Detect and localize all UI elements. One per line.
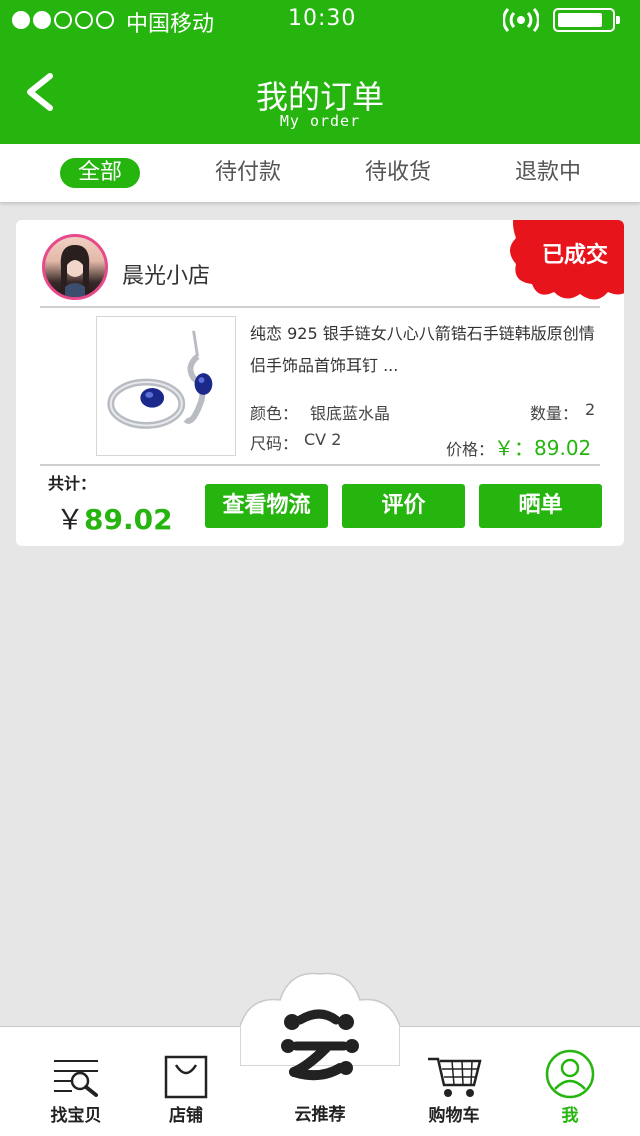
carrier-name: 中国移动 — [126, 12, 215, 37]
price: 价格：￥：89.02 — [446, 432, 591, 461]
product-image[interactable] — [96, 316, 236, 456]
page-subtitle: My order — [279, 112, 361, 130]
tabbar-item-find[interactable]: 找宝贝 — [26, 1027, 126, 1136]
header: 中国移动 10:30 我的订单 My order — [0, 0, 640, 144]
tab-pending-receipt[interactable]: 待收货 — [348, 144, 448, 202]
tab-label: 全部 — [59, 158, 140, 188]
tab-refunding[interactable]: 退款中 — [498, 144, 598, 202]
tabbar-item-cart[interactable]: 购物车 — [404, 1027, 504, 1136]
order-tabs: 全部 待付款 待收货 退款中 — [0, 144, 640, 202]
avatar-portrait-icon — [60, 245, 90, 297]
product-description[interactable]: 纯恋 925 银手链女八心八箭锆石手链韩版原创情侣手饰品首饰耳钉 ... — [250, 318, 600, 382]
quantity-label: 数量： — [530, 404, 579, 423]
cart-icon — [428, 1057, 482, 1097]
tabbar-label: 我 — [561, 1106, 579, 1126]
tabbar-label: 购物车 — [428, 1106, 480, 1126]
tab-all[interactable]: 全部 — [50, 144, 150, 202]
price-label: 价格： — [446, 440, 495, 459]
order-status: 已成交 — [541, 243, 608, 268]
shop-avatar[interactable] — [42, 234, 108, 300]
order-card: 晨光小店 已成交 纯恋 925 银手链女八心八箭锆石手链韩版原创情侣手饰品首饰耳… — [16, 220, 624, 546]
tab-pending-payment[interactable]: 待付款 — [198, 144, 298, 202]
divider — [40, 464, 600, 466]
battery-icon — [553, 8, 620, 32]
color-value: 银底蓝水晶 — [310, 404, 391, 423]
view-logistics-button[interactable]: 查看物流 — [205, 484, 328, 528]
shop-name[interactable]: 晨光小店 — [122, 258, 210, 290]
size-label: 尺码： — [250, 434, 299, 453]
jewelry-icon — [107, 330, 213, 429]
price-value: ￥：89.02 — [494, 436, 592, 460]
status-bar: 中国移动 10:30 — [0, 0, 640, 40]
tabbar-item-me[interactable]: 我 — [520, 1027, 620, 1136]
search-list-icon — [54, 1060, 98, 1097]
user-icon — [545, 1049, 595, 1099]
wifi-icon — [503, 8, 539, 32]
color-label: 颜色： — [250, 404, 299, 423]
quantity-value: 2 — [585, 400, 596, 419]
currency-symbol: ￥ — [56, 503, 85, 536]
total-label: 共计： — [48, 474, 97, 493]
total-amount: ￥89.02 — [56, 498, 173, 538]
divider — [40, 306, 600, 308]
review-button[interactable]: 评价 — [342, 484, 465, 528]
share-order-button[interactable]: 晒单 — [479, 484, 602, 528]
tabbar-label: 云推荐 — [294, 1105, 346, 1125]
yun-logo-icon — [281, 1009, 359, 1081]
tabbar-item-shop[interactable]: 店铺 — [136, 1027, 236, 1136]
tabbar-label: 店铺 — [169, 1106, 203, 1126]
signal-strength-icon — [12, 11, 114, 29]
battery-level — [558, 13, 603, 27]
size-value: CV 2 — [304, 430, 342, 449]
total-value: 89.02 — [84, 503, 173, 536]
clock: 10:30 — [288, 6, 357, 31]
shopping-bag-icon — [164, 1055, 208, 1099]
tabbar-label: 找宝贝 — [50, 1106, 102, 1126]
